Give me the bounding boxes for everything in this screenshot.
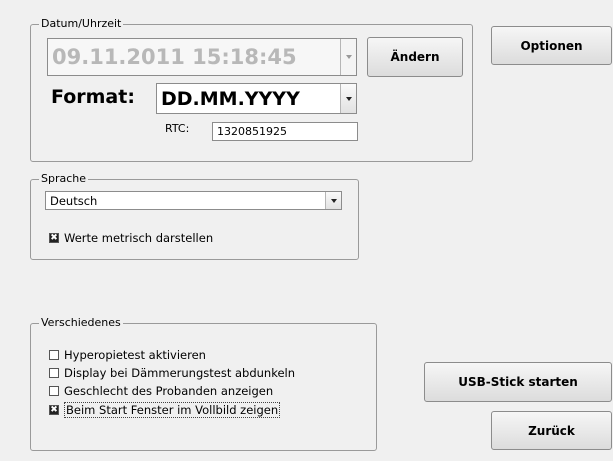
metric-checkbox[interactable]: ✖ (49, 233, 59, 243)
change-button[interactable]: Ändern (367, 37, 463, 77)
hyperopia-checkbox-row[interactable]: Hyperopietest aktivieren (49, 348, 206, 362)
datetime-combobox[interactable]: 09.11.2011 15:18:45 (47, 38, 357, 76)
datetime-dropdown-arrow[interactable] (340, 39, 356, 75)
format-dropdown-arrow[interactable] (340, 84, 356, 113)
datetime-value: 09.11.2011 15:18:45 (52, 45, 297, 69)
misc-group: Verschiedenes Hyperopietest aktivieren D… (30, 316, 377, 451)
datetime-group: Datum/Uhrzeit 09.11.2011 15:18:45 Ändern… (30, 17, 473, 162)
metric-checkbox-label: Werte metrisch darstellen (64, 231, 214, 245)
hyperopia-checkbox[interactable] (49, 350, 59, 360)
chevron-down-icon (330, 198, 337, 203)
language-combobox[interactable]: Deutsch (45, 191, 342, 210)
options-button[interactable]: Optionen (491, 26, 612, 65)
dim-display-checkbox-label: Display bei Dämmerungstest abdunkeln (64, 366, 296, 380)
options-button-label: Optionen (520, 38, 583, 53)
chevron-down-icon (345, 55, 352, 59)
format-label: Format: (51, 86, 135, 108)
hyperopia-checkbox-label: Hyperopietest aktivieren (64, 348, 206, 362)
back-button[interactable]: Zurück (491, 411, 612, 450)
misc-group-title: Verschiedenes (39, 316, 123, 330)
show-gender-checkbox-row[interactable]: Geschlecht des Probanden anzeigen (49, 384, 273, 398)
metric-checkbox-row[interactable]: ✖ Werte metrisch darstellen (49, 231, 213, 245)
rtc-label: RTC: (165, 122, 190, 135)
dim-display-checkbox[interactable] (49, 368, 59, 378)
language-value: Deutsch (50, 193, 98, 208)
show-gender-checkbox-label: Geschlecht des Probanden anzeigen (64, 384, 274, 398)
language-group: Sprache Deutsch ✖ Werte metrisch darstel… (30, 172, 359, 260)
chevron-down-icon (345, 96, 352, 101)
fullscreen-checkbox-row[interactable]: ✖ Beim Start Fenster im Vollbild zeigen (49, 402, 281, 418)
usb-start-button-label: USB-Stick starten (458, 375, 578, 389)
change-button-label: Ändern (390, 50, 440, 64)
back-button-label: Zurück (528, 423, 575, 438)
datetime-group-title: Datum/Uhrzeit (39, 17, 124, 31)
language-group-title: Sprache (39, 172, 89, 186)
rtc-field[interactable]: 1320851925 (212, 122, 358, 141)
dim-display-checkbox-row[interactable]: Display bei Dämmerungstest abdunkeln (49, 366, 295, 380)
show-gender-checkbox[interactable] (49, 386, 59, 396)
fullscreen-checkbox[interactable]: ✖ (49, 405, 59, 415)
fullscreen-checkbox-label: Beim Start Fenster im Vollbild zeigen (64, 402, 281, 418)
format-value: DD.MM.YYYY (161, 87, 300, 110)
language-dropdown-arrow[interactable] (325, 192, 341, 209)
rtc-value: 1320851925 (217, 125, 287, 138)
format-combobox[interactable]: DD.MM.YYYY (156, 83, 357, 114)
usb-start-button[interactable]: USB-Stick starten (424, 362, 612, 402)
